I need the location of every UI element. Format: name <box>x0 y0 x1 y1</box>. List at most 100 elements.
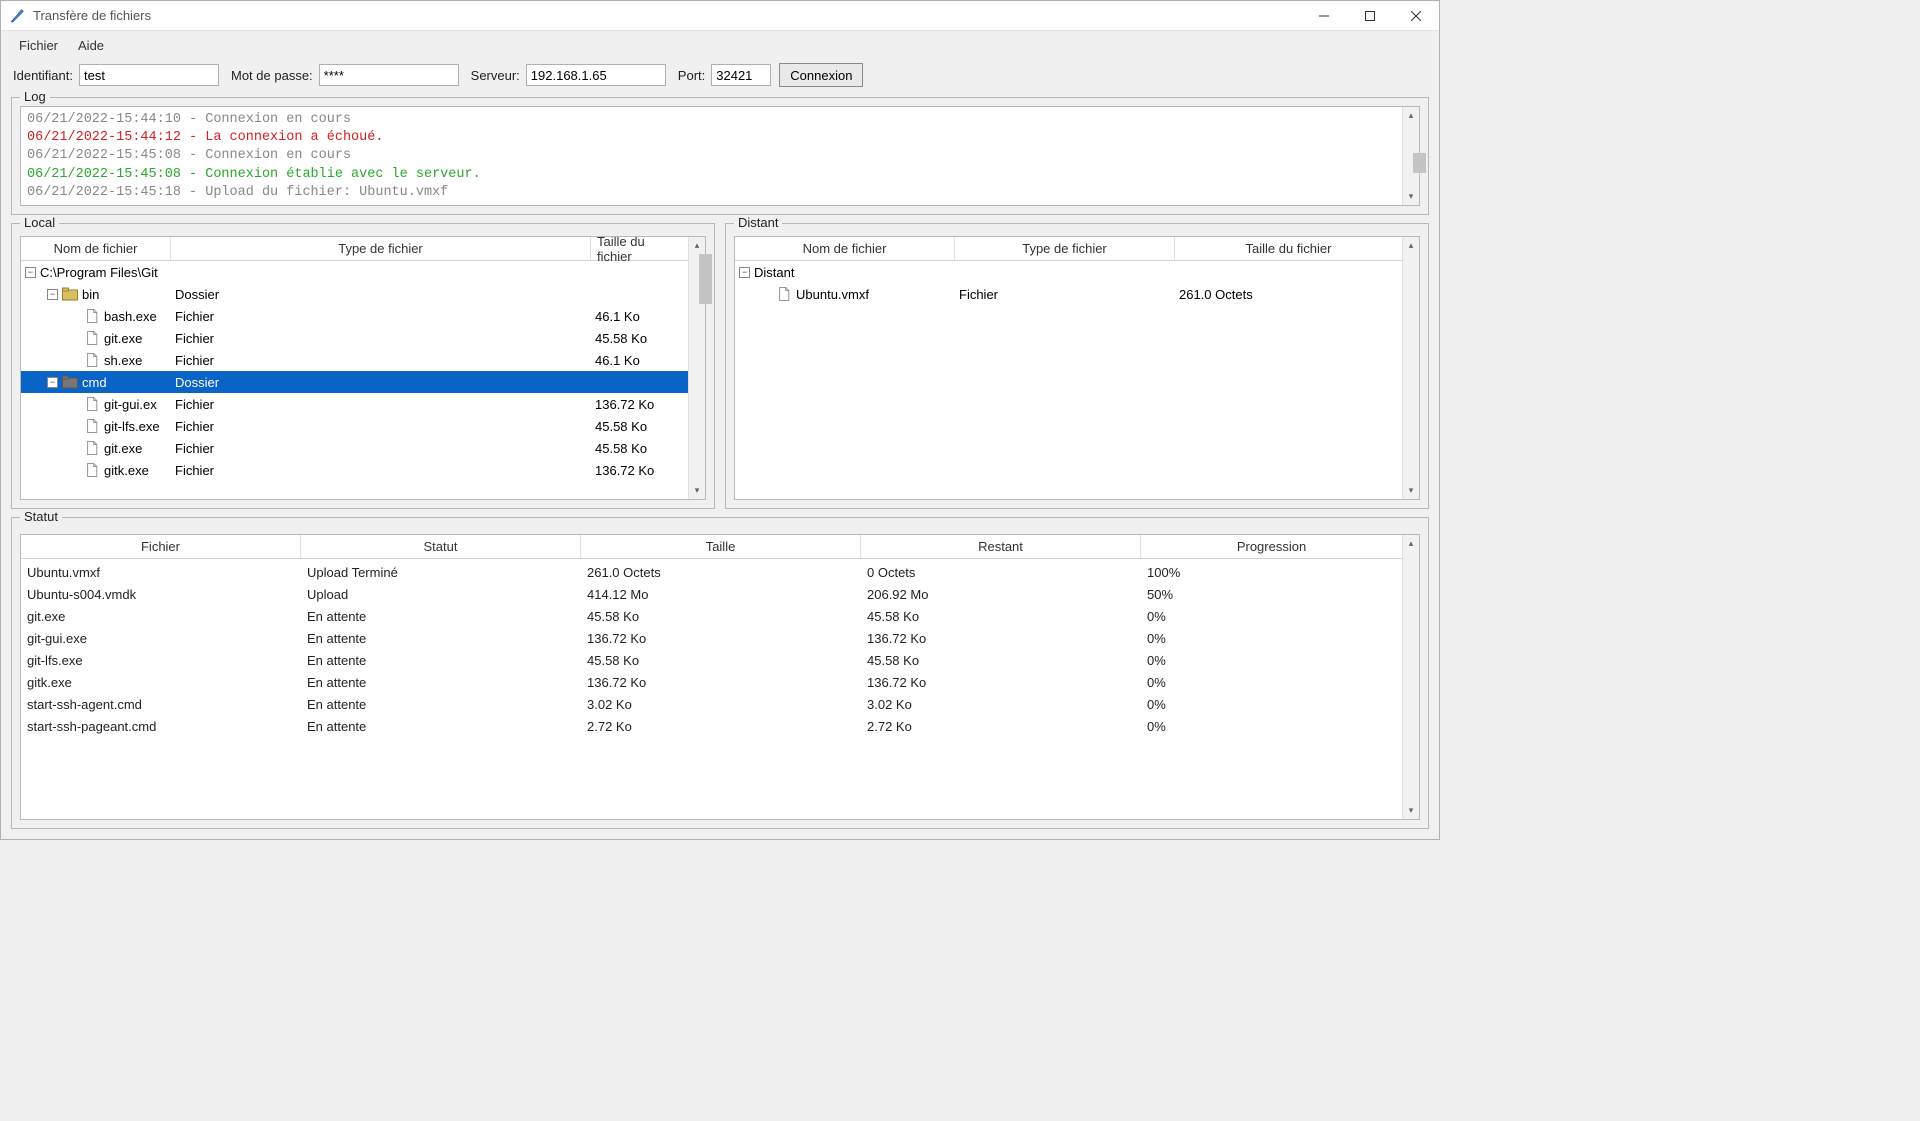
scroll-up-icon[interactable]: ▴ <box>1403 107 1419 124</box>
status-cell-progress: 50% <box>1147 587 1396 602</box>
maximize-button[interactable] <box>1347 1 1393 31</box>
tree-item-type: Fichier <box>175 331 595 346</box>
tree-row[interactable]: Ubuntu.vmxfFichier261.0 Octets <box>735 283 1402 305</box>
tree-item-size: 45.58 Ko <box>595 441 684 456</box>
status-row[interactable]: git-gui.exeEn attente136.72 Ko136.72 Ko0… <box>21 627 1402 649</box>
tree-item-name: Distant <box>754 265 794 280</box>
status-cell-progress: 0% <box>1147 609 1396 624</box>
log-scrollbar[interactable]: ▴ ▾ <box>1402 107 1419 205</box>
status-row[interactable]: git-lfs.exeEn attente45.58 Ko45.58 Ko0% <box>21 649 1402 671</box>
tree-item-type: Fichier <box>959 287 1179 302</box>
file-icon <box>84 331 100 345</box>
connection-bar: Identifiant: Mot de passe: Serveur: Port… <box>1 59 1439 91</box>
local-col-type[interactable]: Type de fichier <box>171 237 591 260</box>
menu-file[interactable]: Fichier <box>9 35 68 56</box>
file-icon <box>776 287 792 301</box>
remote-tree-header: Nom de fichier Type de fichier Taille du… <box>735 237 1402 261</box>
remote-col-name[interactable]: Nom de fichier <box>735 237 955 260</box>
expand-toggle[interactable]: − <box>25 267 36 278</box>
app-window: Transfère de fichiers Fichier Aide Ident… <box>0 0 1440 840</box>
scroll-down-icon[interactable]: ▾ <box>1403 188 1419 205</box>
expand-toggle[interactable]: − <box>47 289 58 300</box>
scroll-down-icon[interactable]: ▾ <box>1403 802 1419 819</box>
remote-tree[interactable]: Nom de fichier Type de fichier Taille du… <box>735 237 1402 499</box>
password-input[interactable] <box>319 64 459 86</box>
status-cell-status: En attente <box>307 631 587 646</box>
expand-toggle[interactable]: − <box>739 267 750 278</box>
expand-toggle[interactable]: − <box>47 377 58 388</box>
log-groupbox: Log 06/21/2022-15:44:10 - Connexion en c… <box>11 97 1429 215</box>
scroll-up-icon[interactable]: ▴ <box>1403 237 1419 254</box>
tree-item-type: Fichier <box>175 353 595 368</box>
tree-row[interactable]: git.exeFichier45.58 Ko <box>21 437 688 459</box>
scroll-down-icon[interactable]: ▾ <box>689 482 705 499</box>
remote-groupbox: Distant Nom de fichier Type de fichier T… <box>725 223 1429 509</box>
status-row[interactable]: gitk.exeEn attente136.72 Ko136.72 Ko0% <box>21 671 1402 693</box>
remote-scrollbar[interactable]: ▴ ▾ <box>1402 237 1419 499</box>
local-legend: Local <box>20 215 59 230</box>
status-col-remain[interactable]: Restant <box>861 535 1141 558</box>
server-input[interactable] <box>526 64 666 86</box>
scroll-up-icon[interactable]: ▴ <box>689 237 705 254</box>
minimize-button[interactable] <box>1301 1 1347 31</box>
local-tree[interactable]: Nom de fichier Type de fichier Taille du… <box>21 237 688 499</box>
menu-help[interactable]: Aide <box>68 35 114 56</box>
port-input[interactable] <box>711 64 771 86</box>
status-col-progress[interactable]: Progression <box>1141 535 1402 558</box>
remote-col-type[interactable]: Type de fichier <box>955 237 1175 260</box>
status-col-status[interactable]: Statut <box>301 535 581 558</box>
file-icon <box>84 309 100 323</box>
status-cell-size: 2.72 Ko <box>587 719 867 734</box>
close-icon <box>1411 11 1421 21</box>
status-row[interactable]: Ubuntu.vmxfUpload Terminé261.0 Octets0 O… <box>21 561 1402 583</box>
log-content[interactable]: 06/21/2022-15:44:10 - Connexion en cours… <box>21 107 1402 205</box>
tree-item-type: Fichier <box>175 441 595 456</box>
status-row[interactable]: git.exeEn attente45.58 Ko45.58 Ko0% <box>21 605 1402 627</box>
status-groupbox: Statut Fichier Statut Taille Restant Pro… <box>11 517 1429 829</box>
minimize-icon <box>1319 11 1329 21</box>
tree-row[interactable]: git.exeFichier45.58 Ko <box>21 327 688 349</box>
tree-row[interactable]: −cmdDossier <box>21 371 688 393</box>
scroll-up-icon[interactable]: ▴ <box>1403 535 1419 552</box>
status-cell-size: 45.58 Ko <box>587 653 867 668</box>
status-cell-size: 45.58 Ko <box>587 609 867 624</box>
tree-row[interactable]: −binDossier <box>21 283 688 305</box>
remote-col-size[interactable]: Taille du fichier <box>1175 237 1402 260</box>
scroll-down-icon[interactable]: ▾ <box>1403 482 1419 499</box>
scrollbar-thumb[interactable] <box>699 254 712 304</box>
tree-row[interactable]: −Distant <box>735 261 1402 283</box>
status-scrollbar[interactable]: ▴ ▾ <box>1402 535 1419 819</box>
status-cell-size: 261.0 Octets <box>587 565 867 580</box>
status-col-file[interactable]: Fichier <box>21 535 301 558</box>
tree-row[interactable]: gitk.exeFichier136.72 Ko <box>21 459 688 481</box>
local-scrollbar[interactable]: ▴ ▾ <box>688 237 705 499</box>
status-col-size[interactable]: Taille <box>581 535 861 558</box>
status-cell-remain: 206.92 Mo <box>867 587 1147 602</box>
status-row[interactable]: start-ssh-pageant.cmdEn attente2.72 Ko2.… <box>21 715 1402 737</box>
tree-row[interactable]: bash.exeFichier46.1 Ko <box>21 305 688 327</box>
tree-row[interactable]: sh.exeFichier46.1 Ko <box>21 349 688 371</box>
status-cell-size: 136.72 Ko <box>587 675 867 690</box>
tree-row[interactable]: git-lfs.exeFichier45.58 Ko <box>21 415 688 437</box>
log-line: 06/21/2022-15:45:18 - Upload du fichier:… <box>27 184 1396 202</box>
close-button[interactable] <box>1393 1 1439 31</box>
status-cell-size: 414.12 Mo <box>587 587 867 602</box>
status-cell-file: git-gui.exe <box>27 631 307 646</box>
status-cell-file: git.exe <box>27 609 307 624</box>
tree-item-name: gitk.exe <box>104 463 149 478</box>
tree-item-name: sh.exe <box>104 353 142 368</box>
status-row[interactable]: start-ssh-agent.cmdEn attente3.02 Ko3.02… <box>21 693 1402 715</box>
status-row[interactable]: Ubuntu-s004.vmdkUpload414.12 Mo206.92 Mo… <box>21 583 1402 605</box>
tree-row[interactable]: git-gui.exFichier136.72 Ko <box>21 393 688 415</box>
connect-button[interactable]: Connexion <box>779 63 863 87</box>
local-col-name[interactable]: Nom de fichier <box>21 237 171 260</box>
status-cell-progress: 0% <box>1147 675 1396 690</box>
status-cell-remain: 136.72 Ko <box>867 675 1147 690</box>
tree-row[interactable]: −C:\Program Files\Git <box>21 261 688 283</box>
scrollbar-thumb[interactable] <box>1413 153 1426 173</box>
id-input[interactable] <box>79 64 219 86</box>
app-feather-icon <box>9 8 25 24</box>
local-col-size[interactable]: Taille du fichier <box>591 237 688 260</box>
remote-legend: Distant <box>734 215 782 230</box>
log-line: 06/21/2022-15:44:12 - La connexion a éch… <box>27 129 1396 147</box>
